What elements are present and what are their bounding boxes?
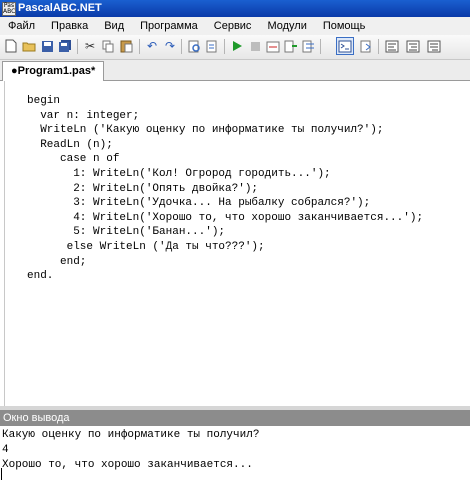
paste-icon[interactable] <box>118 38 134 54</box>
code-line: end; <box>27 255 87 268</box>
text-caret <box>1 468 2 480</box>
code-line: 1: WriteLn('Кол! Огрород городить...'); <box>27 167 331 180</box>
code-editor[interactable]: begin var n: integer; WriteLn ('Какую оц… <box>4 81 470 406</box>
output-window[interactable]: Какую оценку по информатике ты получил? … <box>0 426 470 480</box>
menu-modules[interactable]: Модули <box>259 17 314 35</box>
code-line: WriteLn ('Какую оценку по информатике ты… <box>27 124 384 137</box>
toolbar-separator <box>378 39 379 54</box>
code-line: 5: WriteLn('Банан...'); <box>27 226 226 239</box>
run-icon[interactable] <box>229 38 245 54</box>
code-line: 2: WriteLn('Опять двойка?'); <box>27 182 259 195</box>
step-over-icon[interactable] <box>301 38 317 54</box>
output-line: 4 <box>2 444 9 456</box>
output-window-title: Окно вывода <box>0 410 470 426</box>
code-line: 3: WriteLn('Удочка... На рыбалку собралс… <box>27 197 371 210</box>
menu-view[interactable]: Вид <box>96 17 132 35</box>
save-icon[interactable] <box>39 38 55 54</box>
step-into-icon[interactable] <box>283 38 299 54</box>
code-line: else WriteLn ('Да ты что???'); <box>27 240 265 253</box>
cut-icon[interactable]: ✂ <box>82 38 98 54</box>
toolbar-separator <box>139 39 140 54</box>
compile-icon[interactable] <box>265 38 281 54</box>
menu-edit[interactable]: Правка <box>43 17 96 35</box>
menu-bar: Файл Правка Вид Программа Сервис Модули Помощь <box>0 17 470 35</box>
output-line: Какую оценку по информатике ты получил? <box>2 429 260 441</box>
code-text[interactable]: begin var n: integer; WriteLn ('Какую оц… <box>27 94 423 284</box>
window-title: PascalABC.NET <box>18 2 102 14</box>
code-line: var n: integer; <box>27 109 140 122</box>
menu-program[interactable]: Программа <box>132 17 206 35</box>
find-icon[interactable] <box>186 38 202 54</box>
menu-service[interactable]: Сервис <box>206 17 260 35</box>
code-line: ReadLn (n); <box>27 138 113 151</box>
toolbar-separator <box>77 39 78 54</box>
toolbar-separator <box>181 39 182 54</box>
debug-icon[interactable] <box>359 38 375 54</box>
tab-program1[interactable]: ●Program1.pas* <box>2 61 105 81</box>
output-text: Какую оценку по информатике ты получил? … <box>2 428 259 473</box>
menu-help[interactable]: Помощь <box>315 17 374 35</box>
menu-file[interactable]: Файл <box>0 17 43 35</box>
step-out-icon[interactable] <box>405 38 421 54</box>
redo-icon[interactable]: ↷ <box>162 38 178 54</box>
editor-tab-strip: ●Program1.pas* <box>0 60 470 81</box>
stop-icon[interactable] <box>247 38 263 54</box>
code-line: end. <box>27 270 54 283</box>
new-file-icon[interactable] <box>3 38 19 54</box>
app-icon: Pas ABC <box>2 2 16 16</box>
replace-icon[interactable] <box>204 38 220 54</box>
toolbar-separator <box>320 39 321 54</box>
save-all-icon[interactable] <box>57 38 73 54</box>
toolbar: ✂ ↶ ↷ <box>0 35 470 60</box>
code-line: begin <box>27 95 61 107</box>
code-line: case n of <box>27 153 120 166</box>
toolbar-separator <box>224 39 225 54</box>
copy-icon[interactable] <box>100 38 116 54</box>
output-window-icon[interactable] <box>336 37 354 55</box>
undo-icon[interactable]: ↶ <box>144 38 160 54</box>
format-code-icon[interactable] <box>384 38 400 54</box>
title-bar: Pas ABC PascalABC.NET <box>0 0 470 17</box>
settings-icon[interactable] <box>426 38 442 54</box>
open-folder-icon[interactable] <box>21 38 37 54</box>
output-line: Хорошо то, что хорошо заканчивается... <box>2 459 253 471</box>
code-line: 4: WriteLn('Хорошо то, что хорошо заканч… <box>27 211 424 224</box>
